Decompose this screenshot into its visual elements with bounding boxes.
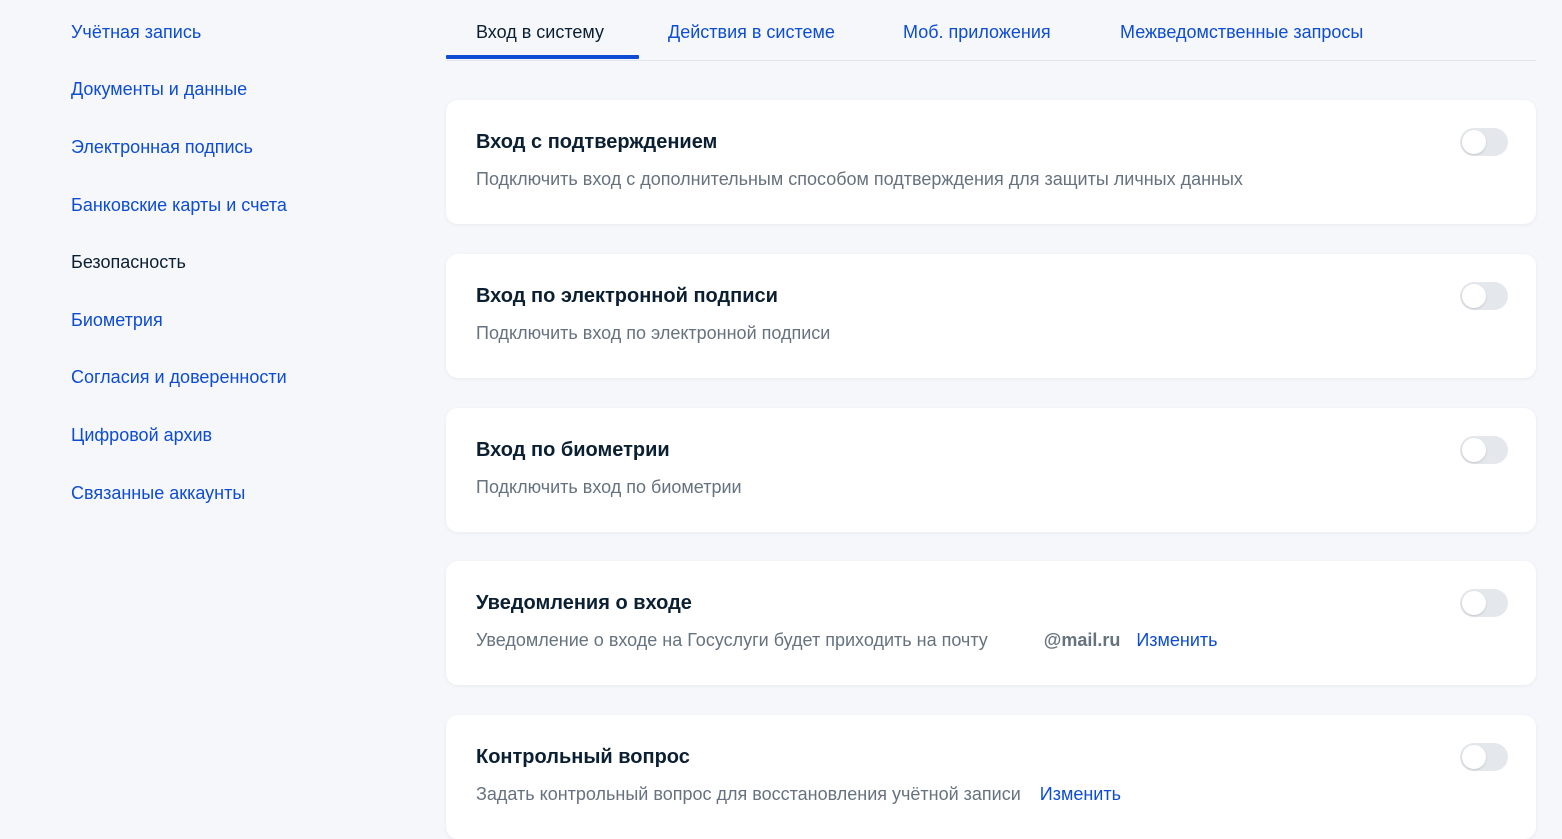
toggle-knob <box>1462 284 1486 308</box>
toggle-knob <box>1462 745 1486 769</box>
card-description: Подключить вход по электронной подписи <box>476 323 831 343</box>
card-login-confirmation: Вход с подтверждением Подключить вход с … <box>446 100 1536 224</box>
card-login-notifications: Уведомления о входе Уведомление о входе … <box>446 561 1536 685</box>
tab-mobile-apps[interactable]: Моб. приложения <box>903 0 1051 61</box>
login-confirmation-toggle[interactable] <box>1460 128 1508 156</box>
toggle-knob <box>1462 591 1486 615</box>
sidebar-item-linked-accounts[interactable]: Связанные аккаунты <box>71 481 245 505</box>
sidebar-item-biometrics[interactable]: Биометрия <box>71 308 163 332</box>
change-security-question-link[interactable]: Изменить <box>1040 784 1121 804</box>
card-description: Подключить вход по биометрии <box>476 477 742 497</box>
card-biometric-login: Вход по биометрии Подключить вход по био… <box>446 408 1536 532</box>
biometric-login-toggle[interactable] <box>1460 436 1508 464</box>
card-description: Уведомление о входе на Госуслуги будет п… <box>476 628 1218 652</box>
sidebar-item-documents[interactable]: Документы и данные <box>71 77 247 101</box>
card-title: Вход по биометрии <box>476 439 670 461</box>
security-question-toggle[interactable] <box>1460 743 1508 771</box>
security-tabs: Вход в систему Действия в системе Моб. п… <box>446 0 1536 61</box>
card-title: Вход по электронной подписи <box>476 285 778 307</box>
card-title: Контрольный вопрос <box>476 746 690 768</box>
toggle-knob <box>1462 130 1486 154</box>
login-notifications-toggle[interactable] <box>1460 589 1508 617</box>
card-description: Подключить вход с дополнительным способо… <box>476 169 1243 189</box>
tab-login[interactable]: Вход в систему <box>476 0 604 61</box>
e-signature-login-toggle[interactable] <box>1460 282 1508 310</box>
change-email-link[interactable]: Изменить <box>1136 630 1217 650</box>
card-title: Уведомления о входе <box>476 592 692 614</box>
settings-sidebar: Учётная запись Документы и данные Электр… <box>0 0 420 823</box>
active-tab-indicator <box>446 55 639 59</box>
security-question-description-text: Задать контрольный вопрос для восстановл… <box>476 784 1021 804</box>
sidebar-item-digital-archive[interactable]: Цифровой архив <box>71 423 212 447</box>
sidebar-item-e-signature[interactable]: Электронная подпись <box>71 135 253 159</box>
sidebar-item-bank-cards[interactable]: Банковские карты и счета <box>71 193 287 217</box>
card-title: Вход с подтверждением <box>476 131 718 153</box>
card-security-question: Контрольный вопрос Задать контрольный во… <box>446 715 1536 839</box>
tab-interagency-requests[interactable]: Межведомственные запросы <box>1120 0 1363 61</box>
card-description: Задать контрольный вопрос для восстановл… <box>476 782 1121 806</box>
sidebar-item-security[interactable]: Безопасность <box>71 250 186 274</box>
sidebar-item-consents[interactable]: Согласия и доверенности <box>71 365 287 389</box>
notification-description-text: Уведомление о входе на Госуслуги будет п… <box>476 630 988 650</box>
notification-email: @mail.ru <box>1043 630 1121 650</box>
card-e-signature-login: Вход по электронной подписи Подключить в… <box>446 254 1536 378</box>
tab-system-actions[interactable]: Действия в системе <box>668 0 835 61</box>
toggle-knob <box>1462 438 1486 462</box>
sidebar-item-account[interactable]: Учётная запись <box>71 20 201 44</box>
